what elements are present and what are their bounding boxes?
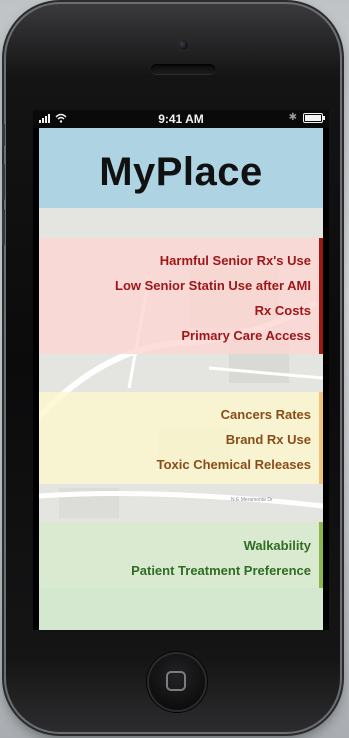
indicator-group-green: Walkability Patient Treatment Preference <box>39 522 323 588</box>
app-title: MyPlace <box>99 150 263 194</box>
volume-up-button <box>2 164 5 200</box>
indicator-group-yellow: Cancers Rates Brand Rx Use Toxic Chemica… <box>39 392 323 484</box>
indicator-low-senior-statin-use[interactable]: Low Senior Statin Use after AMI <box>115 273 311 298</box>
group-accent-bar <box>319 392 323 484</box>
status-time: 9:41 AM <box>158 112 204 126</box>
status-bar: 9:41 AM ✱ <box>33 110 329 128</box>
myplace-app: N E Meramonte Dr MyPlace Harmful Senior … <box>39 128 323 630</box>
indicator-primary-care-access[interactable]: Primary Care Access <box>115 323 311 348</box>
battery-icon <box>303 113 325 123</box>
indicator-group-red: Harmful Senior Rx's Use Low Senior Stati… <box>39 238 323 354</box>
map-street-label: N E Meramonte Dr <box>231 497 273 503</box>
home-button[interactable] <box>147 652 207 712</box>
indicator-patient-treatment-preference[interactable]: Patient Treatment Preference <box>131 558 311 583</box>
front-camera <box>178 40 188 50</box>
indicator-walkability[interactable]: Walkability <box>131 533 311 558</box>
mute-switch <box>2 124 5 146</box>
indicator-toxic-chemical-releases[interactable]: Toxic Chemical Releases <box>157 452 311 477</box>
bluetooth-icon: ✱ <box>288 112 297 123</box>
phone-screen: 9:41 AM ✱ N E Meramonte Dr MyPlace Harmf… <box>33 110 329 630</box>
group-accent-bar <box>319 522 323 588</box>
indicator-brand-rx-use[interactable]: Brand Rx Use <box>157 427 311 452</box>
group-accent-bar <box>319 238 323 354</box>
earpiece-speaker <box>151 64 215 74</box>
bottom-strip <box>39 588 323 630</box>
indicator-cancers-rates[interactable]: Cancers Rates <box>157 402 311 427</box>
indicator-rx-costs[interactable]: Rx Costs <box>115 298 311 323</box>
indicator-harmful-senior-rx-use[interactable]: Harmful Senior Rx's Use <box>115 248 311 273</box>
home-button-icon <box>166 671 186 691</box>
volume-down-button <box>2 209 5 245</box>
app-header: MyPlace <box>39 128 323 208</box>
